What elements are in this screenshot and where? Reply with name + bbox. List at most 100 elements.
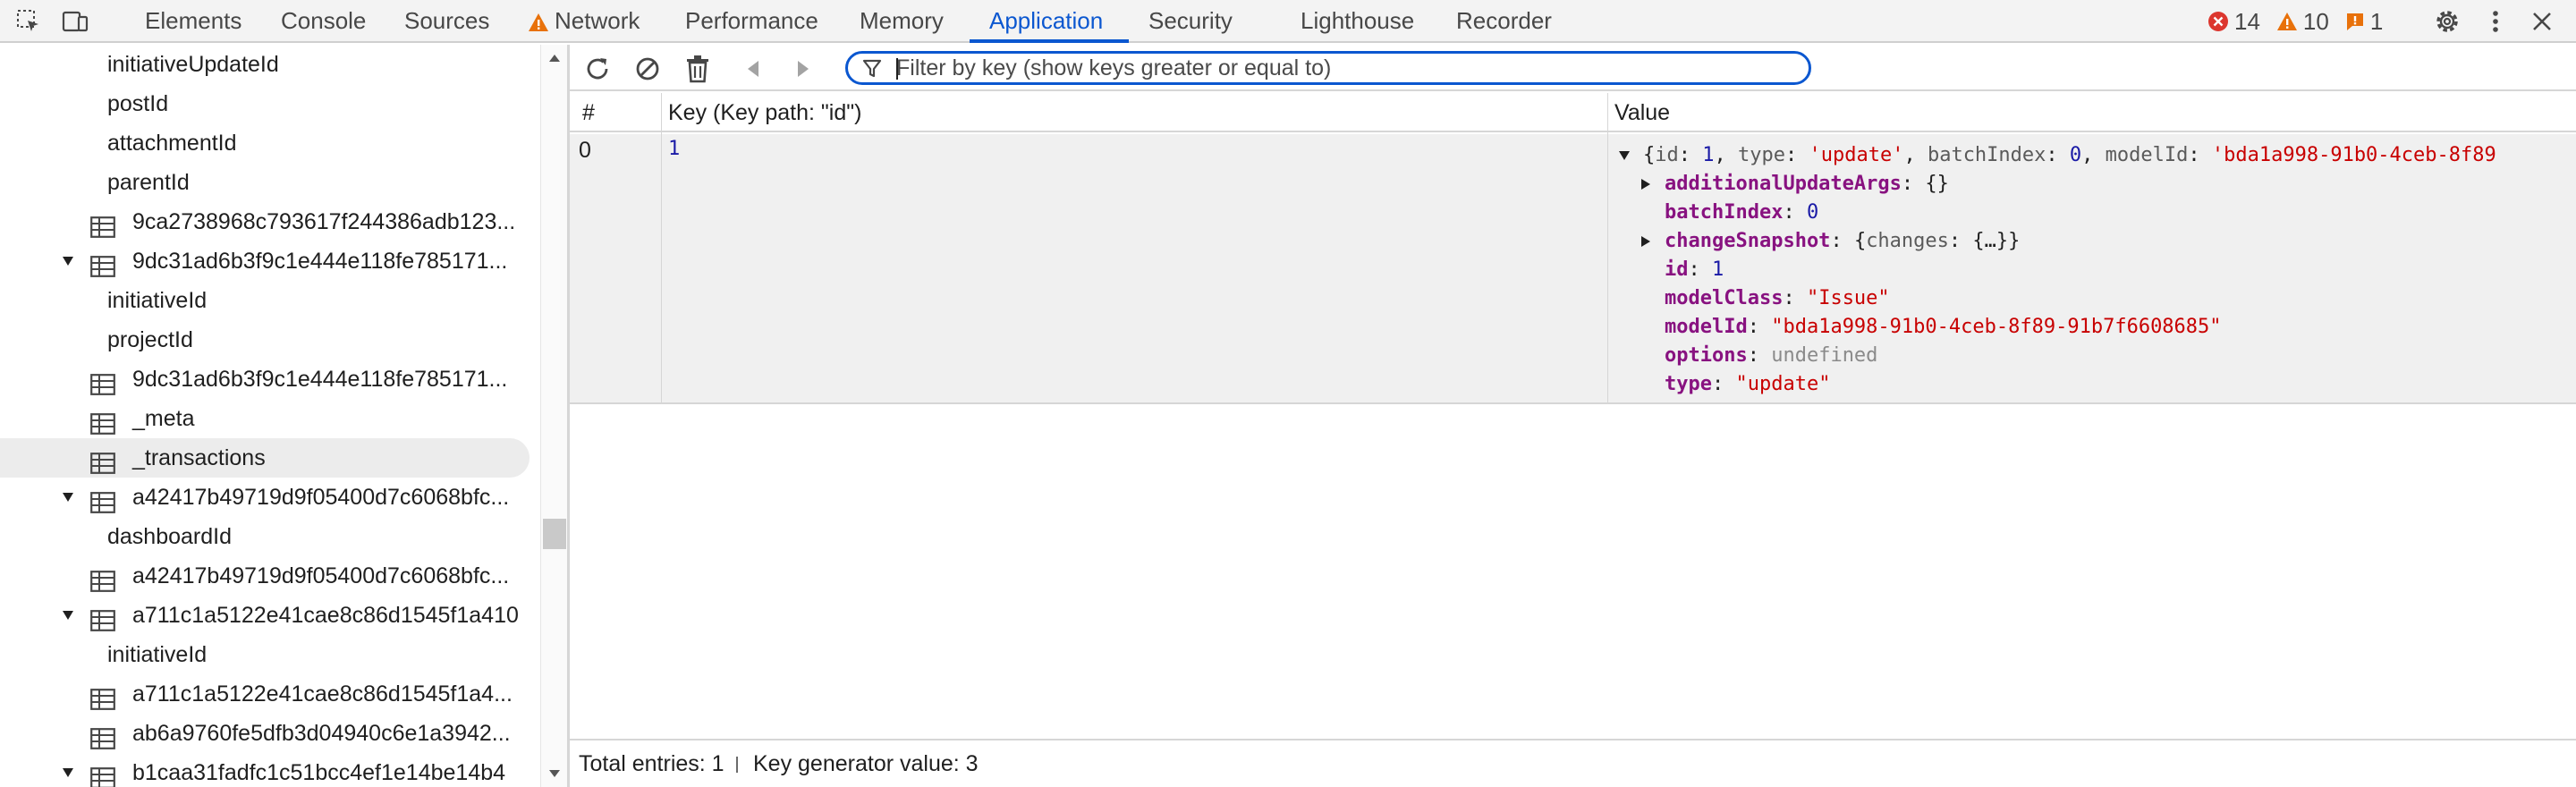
filter-by-key-input[interactable] (896, 55, 1800, 80)
property-key: id (1665, 258, 1689, 281)
tab-security[interactable]: Security (1148, 0, 1233, 43)
previous-page-icon[interactable] (738, 54, 768, 84)
tree-scrollbar[interactable] (540, 45, 567, 787)
tree-item-label: parentId (107, 170, 190, 195)
close-devtools-icon[interactable] (2526, 5, 2558, 38)
table-icon (90, 762, 115, 787)
object-property-row[interactable]: additionalUpdateArgs: {} (1665, 170, 1949, 199)
object-store-data-grid: # Key (Key path: "id") Value 0 1 {id: 1,… (570, 93, 2576, 737)
row-key: 1 (668, 138, 681, 160)
tree-item-label: a711c1a5122e41cae8c86d1545f1a4... (132, 681, 513, 707)
table-icon (90, 211, 115, 238)
device-toolbar-icon[interactable] (59, 5, 91, 38)
tree-item-label: _meta (132, 406, 195, 431)
inspect-element-icon[interactable] (13, 5, 45, 38)
tree-item-object-store[interactable]: 9ca2738968c793617f244386adb123... (0, 202, 540, 241)
settings-gear-icon[interactable] (2431, 5, 2463, 38)
more-options-icon[interactable] (2479, 5, 2512, 38)
tree-item-label: initiativeId (107, 288, 208, 313)
tree-item-object-store[interactable]: 9dc31ad6b3f9c1e444e118fe785171... (0, 241, 540, 281)
network-warning-icon (529, 13, 548, 32)
tree-item-index[interactable]: initiativeId (0, 635, 540, 674)
warning-icon (2276, 13, 2297, 30)
scroll-up-arrow-icon[interactable] (547, 50, 563, 66)
tab-performance[interactable]: Performance (685, 0, 818, 43)
next-page-icon[interactable] (788, 54, 818, 84)
table-icon (90, 487, 115, 513)
tab-memory[interactable]: Memory (860, 0, 944, 43)
property-value-string: "bda1a998-91b0-4ceb-8f89-91b7f6608685" (1771, 316, 2222, 338)
expand-triangle-icon[interactable] (59, 241, 77, 281)
expand-triangle-icon[interactable] (59, 753, 77, 787)
clear-object-store-icon[interactable] (632, 54, 663, 84)
tree-item-object-store[interactable]: a42417b49719d9f05400d7c6068bfc... (0, 478, 540, 517)
expand-property-triangle-icon[interactable] (1638, 170, 1654, 199)
header-value[interactable]: Value (1607, 93, 1670, 132)
tree-item-object-store[interactable]: ab6a9760fe5dfb3d04940c6e1a3942... (0, 714, 540, 753)
preview-val-type: 'update' (1809, 144, 1904, 166)
property-value-string: "update" (1735, 373, 1831, 395)
property-value-undefined: undefined (1771, 344, 1878, 367)
expand-property-triangle-icon[interactable] (1638, 227, 1654, 256)
tree-item-index[interactable]: postId (0, 84, 540, 123)
error-count: 14 (2234, 7, 2260, 35)
object-property-row: modelId: "bda1a998-91b0-4ceb-8f89-91b7f6… (1665, 316, 2222, 338)
scroll-down-arrow-icon[interactable] (547, 766, 563, 782)
tree-item-index[interactable]: initiativeUpdateId (0, 45, 540, 84)
property-key: modelId (1665, 316, 1748, 338)
snapshot-rest: {…}} (1972, 230, 2021, 252)
tree-item-index[interactable]: attachmentId (0, 123, 540, 163)
preview-key-batchindex: batchIndex (1927, 144, 2046, 166)
warning-counter[interactable]: 10 (2276, 8, 2329, 36)
expand-triangle-icon[interactable] (59, 596, 77, 635)
error-icon (2208, 12, 2228, 31)
tab-sources[interactable]: Sources (404, 0, 489, 43)
issues-counter[interactable]: 1 (2345, 8, 2383, 36)
tab-application[interactable]: Application (989, 0, 1103, 43)
table-icon (90, 723, 115, 749)
expand-triangle-icon[interactable] (59, 478, 77, 517)
tab-recorder[interactable]: Recorder (1456, 0, 1552, 43)
refresh-icon[interactable] (582, 54, 613, 84)
issues-count: 1 (2369, 7, 2384, 35)
tree-item-index[interactable]: projectId (0, 320, 540, 360)
object-property-row[interactable]: changeSnapshot: {changes: {…}} (1665, 227, 2020, 256)
delete-selected-icon[interactable] (682, 54, 713, 84)
property-value-string: "Issue" (1806, 287, 1890, 309)
status-bar: Total entries: 1 Key generator value: 3 (570, 739, 2576, 787)
tree-item-index[interactable]: dashboardId (0, 517, 540, 556)
tab-network[interactable]: Network (528, 0, 640, 43)
tree-item-object-store[interactable]: a711c1a5122e41cae8c86d1545f1a4... (0, 674, 540, 714)
tree-item-object-store[interactable]: 9dc31ad6b3f9c1e444e118fe785171... (0, 360, 540, 399)
tab-console[interactable]: Console (281, 0, 366, 43)
table-row[interactable] (570, 134, 2576, 404)
tree-item-object-store[interactable]: _transactions (0, 438, 540, 478)
tree-item-object-store[interactable]: _meta (0, 399, 540, 438)
object-preview[interactable]: {id: 1, type: 'update', batchIndex: 0, m… (1643, 141, 2573, 170)
scroll-thumb[interactable] (543, 519, 566, 549)
tree-item-object-store[interactable]: a711c1a5122e41cae8c86d1545f1a410 (0, 596, 540, 635)
tree-item-label: b1caa31fadfc1c51bcc4ef1e14be14b4 (132, 760, 506, 785)
total-entries: Total entries: 1 (579, 751, 724, 776)
column-divider[interactable] (1607, 93, 1608, 404)
table-icon (90, 368, 115, 395)
tree-item-index[interactable]: parentId (0, 163, 540, 202)
issue-counters[interactable]: 14 10 1 (2207, 0, 2399, 43)
column-divider[interactable] (661, 93, 662, 404)
expand-object-triangle-icon[interactable] (1616, 141, 1632, 170)
row-index: 0 (579, 138, 591, 163)
tab-lighthouse[interactable]: Lighthouse (1301, 0, 1414, 43)
property-key: modelClass (1665, 287, 1784, 309)
tree-item-object-store[interactable]: b1caa31fadfc1c51bcc4ef1e14be14b4 (0, 753, 540, 787)
tree-item-index[interactable]: initiativeId (0, 281, 540, 320)
tree-item-label: 9ca2738968c793617f244386adb123... (132, 209, 516, 234)
tab-elements[interactable]: Elements (145, 0, 242, 43)
active-tab-indicator (970, 39, 1129, 43)
tree-item-object-store[interactable]: a42417b49719d9f05400d7c6068bfc... (0, 556, 540, 596)
header-key[interactable]: Key (Key path: "id") (661, 93, 861, 132)
header-index[interactable]: # (575, 93, 595, 132)
tree-item-label: a42417b49719d9f05400d7c6068bfc... (132, 485, 510, 510)
preview-key-type: type (1738, 144, 1785, 166)
filter-by-key[interactable] (845, 51, 1811, 85)
error-counter[interactable]: 14 (2207, 8, 2260, 36)
